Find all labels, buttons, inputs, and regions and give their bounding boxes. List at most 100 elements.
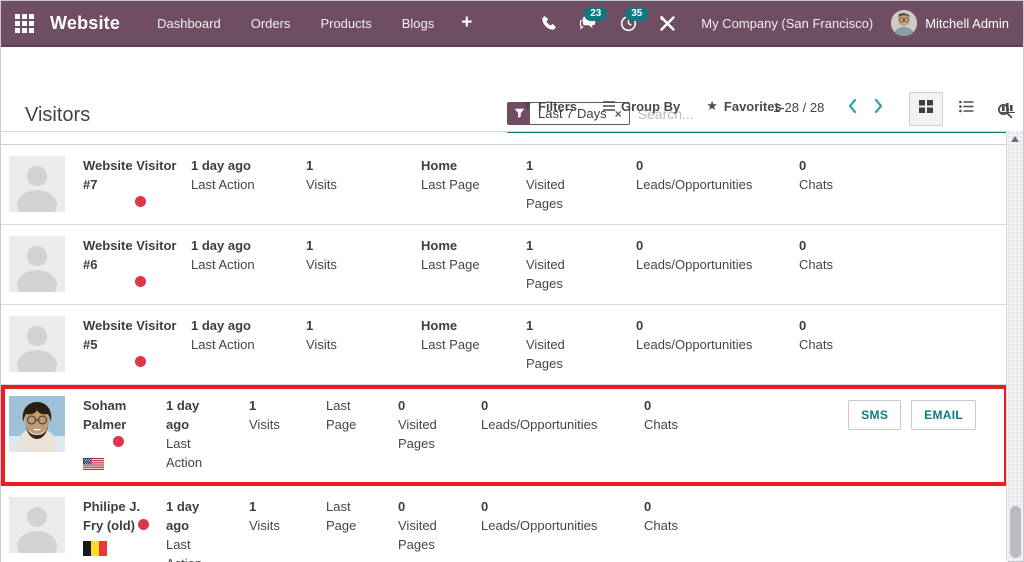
visitor-row[interactable]: Website Visitor #5 1 day ago Last Action 1… [1, 305, 1008, 385]
filters-button[interactable]: Filters [523, 99, 577, 114]
visitor-avatar [9, 156, 65, 220]
online-status-dot [135, 356, 146, 367]
stat-label: Visits [306, 177, 337, 192]
odoo-website-visitors-page: Website Dashboard Orders Products Blogs … [0, 0, 1024, 562]
view-kanban-icon[interactable] [909, 92, 943, 126]
visitor-name: Website Visitor #5 [83, 316, 183, 370]
email-button[interactable]: EMAIL [911, 400, 976, 430]
apps-grid-icon[interactable] [15, 13, 34, 33]
stat-label: Visited Pages [526, 337, 565, 371]
menu-blogs[interactable]: Blogs [387, 3, 450, 44]
stat-label: Leads/Opportunities [636, 257, 753, 272]
stat-cell: 0 Leads/Opportunities [481, 396, 631, 472]
menu-orders[interactable]: Orders [236, 3, 306, 44]
messages-icon[interactable]: 23 [568, 7, 609, 37]
stat-label: Chats [644, 518, 678, 533]
stat-label: Chats [799, 257, 833, 272]
stat-label: Chats [799, 337, 833, 352]
stat-label: Visits [306, 337, 337, 352]
visitor-list: Website Visitor #7 1 day ago Last Action 1… [1, 131, 1008, 562]
messages-badge: 23 [584, 7, 608, 21]
stat-label: Leads/Opportunities [481, 417, 598, 432]
vertical-scrollbar[interactable] [1006, 131, 1023, 561]
visitor-avatar [9, 236, 65, 300]
stat-label: Visited Pages [398, 518, 437, 552]
user-avatar [891, 10, 918, 36]
stat-cell: 1 day ago Last Action [166, 396, 216, 472]
app-brand[interactable]: Website [50, 13, 120, 34]
stat-cell: 0 Chats [799, 156, 889, 213]
clipped-row [1, 132, 1008, 145]
stat-value: 0 [481, 398, 489, 413]
new-content-plus-icon[interactable]: + [449, 4, 484, 42]
sms-button[interactable]: SMS [848, 400, 902, 430]
visitor-avatar [9, 497, 65, 561]
user-menu[interactable]: Mitchell Admin [891, 10, 1009, 36]
visitor-row[interactable]: Website Visitor #7 1 day ago Last Action 1… [1, 145, 1008, 225]
stat-cell: Last Page [326, 396, 371, 472]
stat-cell: 0 Leads/Opportunities [636, 156, 796, 213]
stat-value: 0 [481, 499, 489, 514]
stat-label: Last Action [166, 537, 202, 562]
stat-label: Last Action [191, 177, 255, 192]
company-switcher[interactable]: My Company (San Francisco) [701, 16, 873, 31]
stat-cell: 0 Leads/Opportunities [636, 316, 796, 373]
stat-cell: 1 Visited Pages [526, 156, 586, 213]
stat-value: 1 day ago [191, 238, 251, 253]
visitor-row[interactable]: Philipe J. Fry (old) 1 day ago Last Actio… [1, 486, 1008, 562]
stat-label: Visits [249, 417, 280, 432]
view-graph-icon[interactable] [990, 92, 1024, 126]
visitor-row[interactable]: Website Visitor #6 1 day ago Last Action 1… [1, 225, 1008, 305]
stat-value: 0 [636, 318, 644, 333]
phone-icon[interactable] [530, 9, 568, 37]
debug-tools-icon[interactable] [648, 9, 687, 38]
stat-cell: 0 Leads/Opportunities [481, 497, 631, 562]
stat-cell: 1 Visits [306, 236, 416, 293]
stat-value: 0 [398, 499, 406, 514]
scroll-up-icon[interactable] [1011, 136, 1019, 142]
stat-label: Last Page [326, 499, 357, 533]
belgium-flag-icon [83, 541, 158, 561]
stat-cell: 1 Visited Pages [526, 236, 586, 293]
favorites-button[interactable]: ★ Favorites [706, 98, 781, 114]
stat-label: Visits [249, 518, 280, 533]
stat-value: 1 day ago [166, 499, 200, 533]
stat-value: 1 [249, 398, 257, 413]
stat-label: Chats [644, 417, 678, 432]
visitor-name-text: Website Visitor #5 [83, 318, 177, 352]
us-flag-icon [83, 456, 158, 475]
pager-next-icon[interactable] [873, 97, 885, 120]
stat-value: 1 day ago [191, 318, 251, 333]
pager-range: 1-28 / 28 [773, 100, 825, 115]
stat-value: Home [421, 158, 458, 173]
stat-cell: 0 Visited Pages [398, 497, 453, 562]
group-by-button[interactable]: Group By [603, 99, 680, 114]
view-list-icon[interactable] [949, 92, 984, 126]
menu-products[interactable]: Products [305, 3, 386, 44]
visitor-name-text: Website Visitor #7 [83, 158, 177, 192]
visitor-name: Philipe J. Fry (old) [83, 497, 158, 561]
stat-label: Visited Pages [526, 177, 565, 211]
stat-label: Leads/Opportunities [636, 177, 753, 192]
stat-cell: Home Last Page [421, 236, 521, 293]
stat-value: 0 [799, 318, 807, 333]
stat-cell: Home Last Page [421, 156, 521, 213]
stat-value: 1 [526, 238, 534, 253]
stat-label: Last Page [326, 398, 357, 432]
stat-label: Leads/Opportunities [636, 337, 753, 352]
pager-previous-icon[interactable] [846, 97, 858, 120]
stat-cell: 1 day ago Last Action [166, 497, 216, 562]
visitor-row[interactable]: Soham Palmer 1 day ago Last Action 1 Visits… [1, 385, 1008, 486]
stat-label: Last Page [421, 337, 480, 352]
stat-cell: 1 Visited Pages [526, 316, 586, 373]
stat-value: 1 [306, 318, 314, 333]
stat-cell: 0 Leads/Opportunities [636, 236, 796, 293]
stat-value: 1 [526, 158, 534, 173]
scrollbar-thumb[interactable] [1010, 506, 1021, 558]
activities-clock-icon[interactable]: 35 [609, 6, 649, 38]
menu-dashboard[interactable]: Dashboard [142, 3, 236, 44]
visitor-name-text: Soham Palmer [83, 398, 127, 432]
stat-value: 1 day ago [166, 398, 200, 432]
visitor-name-text: Website Visitor #6 [83, 238, 177, 272]
stat-label: Visited Pages [398, 417, 437, 451]
